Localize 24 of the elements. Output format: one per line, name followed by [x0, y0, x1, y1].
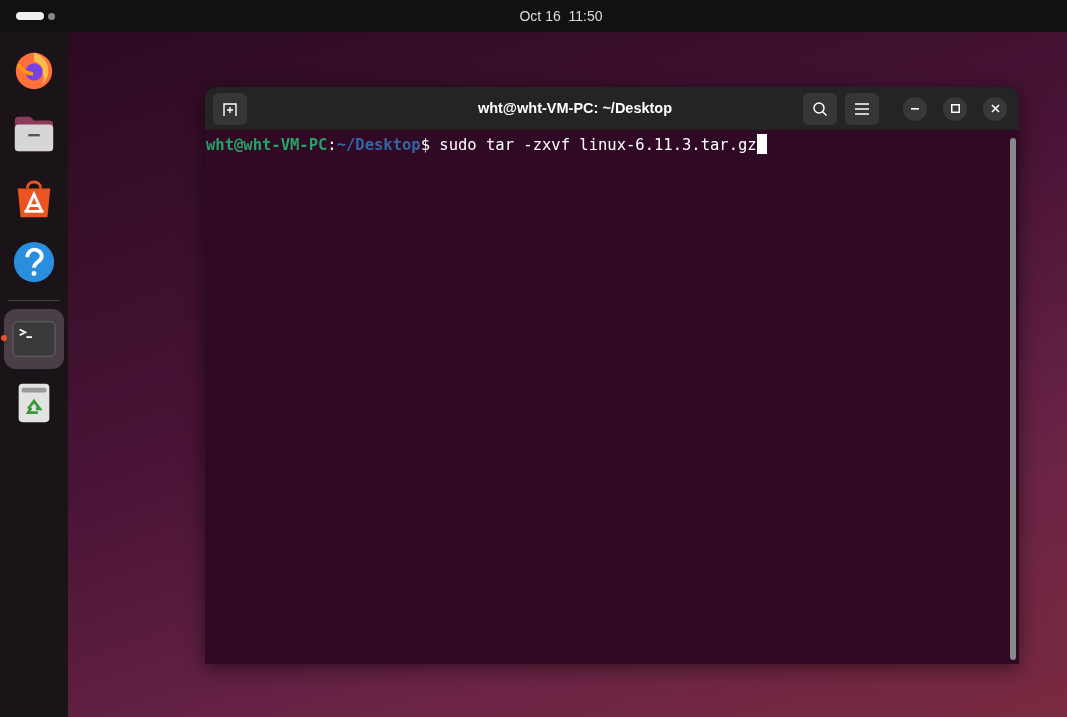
new-tab-button[interactable] — [213, 92, 247, 125]
new-tab-icon — [222, 100, 238, 117]
search-icon — [812, 100, 828, 117]
running-indicator — [1, 335, 7, 341]
scrollbar[interactable] — [1010, 138, 1016, 660]
close-icon — [990, 104, 1000, 113]
search-button[interactable] — [803, 92, 837, 125]
clock[interactable]: Oct 16 11:50 — [519, 5, 603, 27]
prompt-separator: : — [327, 136, 337, 154]
minimize-icon — [911, 107, 919, 110]
command-text: sudo tar -zxvf linux-6.11.3.tar.gz — [439, 136, 757, 154]
menu-button[interactable] — [845, 92, 879, 125]
maximize-icon — [950, 104, 960, 113]
maximize-button[interactable] — [943, 96, 967, 121]
minimize-button[interactable] — [903, 96, 927, 121]
window-title: wht@wht-VM-PC: ~/Desktop — [477, 99, 673, 116]
close-button[interactable] — [983, 96, 1007, 121]
help-icon — [11, 239, 57, 285]
prompt-user-host: wht@wht-VM-PC — [206, 136, 328, 154]
prompt-separator: $ — [420, 136, 431, 154]
prompt-path: ~/Desktop — [336, 136, 421, 154]
workspace-indicator[interactable] — [16, 12, 44, 20]
workspace-indicator[interactable] — [48, 12, 55, 20]
menu-icon — [855, 102, 869, 115]
